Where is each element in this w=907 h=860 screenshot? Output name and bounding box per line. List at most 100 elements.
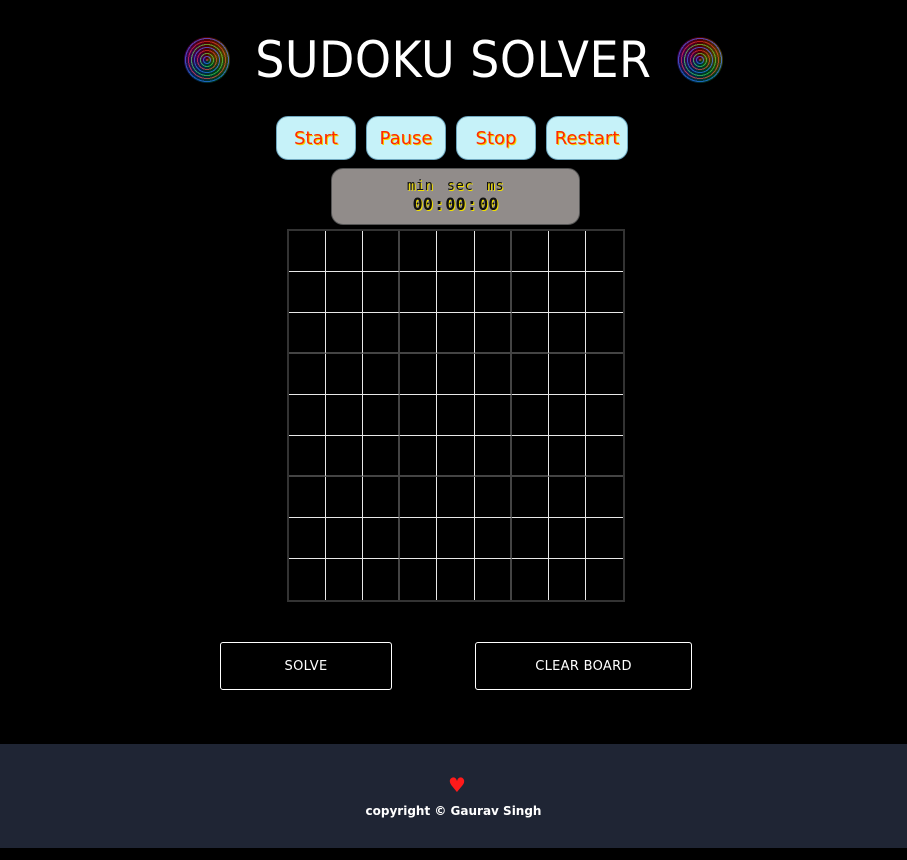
sudoku-cell[interactable] [363, 354, 401, 395]
sudoku-cell[interactable] [474, 231, 512, 272]
sudoku-cell[interactable] [363, 518, 401, 559]
sudoku-cell[interactable] [548, 395, 586, 436]
sudoku-cell[interactable] [326, 354, 364, 395]
sudoku-cell[interactable] [326, 518, 364, 559]
sudoku-cell[interactable] [474, 436, 512, 477]
sudoku-cell[interactable] [585, 395, 623, 436]
sudoku-cell[interactable] [363, 477, 401, 518]
minutes-value: 00 [412, 195, 433, 215]
sudoku-cell[interactable] [289, 354, 327, 395]
sudoku-cell[interactable] [548, 559, 586, 600]
sudoku-cell[interactable] [289, 477, 327, 518]
sudoku-cell[interactable] [437, 231, 475, 272]
sudoku-cell[interactable] [511, 354, 549, 395]
milliseconds-value: 00 [477, 195, 499, 215]
sudoku-cell[interactable] [548, 518, 586, 559]
header: SUDOKU SOLVER [0, 28, 907, 92]
sudoku-cell[interactable] [289, 272, 327, 313]
sudoku-cell[interactable] [400, 518, 438, 559]
heart-icon: ♥ [448, 773, 466, 797]
sudoku-cell[interactable] [511, 231, 549, 272]
unit-sec-label: sec [446, 178, 474, 194]
sudoku-cell[interactable] [585, 272, 623, 313]
sudoku-cell[interactable] [363, 436, 401, 477]
sudoku-cell[interactable] [474, 313, 512, 354]
sudoku-cell[interactable] [511, 272, 549, 313]
sudoku-cell[interactable] [437, 436, 475, 477]
sudoku-cell[interactable] [326, 272, 364, 313]
sudoku-cell[interactable] [585, 313, 623, 354]
sudoku-cell[interactable] [548, 231, 586, 272]
footer: ♥ copyright © Gaurav Singh [0, 744, 907, 848]
sudoku-cell[interactable] [511, 395, 549, 436]
sudoku-cell[interactable] [326, 559, 364, 600]
sudoku-cell[interactable] [437, 354, 475, 395]
sudoku-cell[interactable] [511, 477, 549, 518]
sudoku-cell[interactable] [585, 477, 623, 518]
sudoku-cell[interactable] [326, 436, 364, 477]
sudoku-cell[interactable] [437, 559, 475, 600]
sudoku-cell[interactable] [474, 559, 512, 600]
sudoku-cell[interactable] [585, 559, 623, 600]
copyright-text: copyright © Gaurav Singh [365, 804, 542, 818]
start-button[interactable]: Start [276, 116, 356, 160]
sudoku-cell[interactable] [289, 313, 327, 354]
sudoku-cell[interactable] [363, 272, 401, 313]
sudoku-cell[interactable] [400, 313, 438, 354]
sudoku-cell[interactable] [437, 518, 475, 559]
sudoku-cell[interactable] [363, 395, 401, 436]
pause-button[interactable]: Pause [366, 116, 446, 160]
sudoku-cell[interactable] [400, 272, 438, 313]
sudoku-cell[interactable] [474, 395, 512, 436]
sudoku-cell[interactable] [511, 313, 549, 354]
sudoku-cell[interactable] [548, 354, 586, 395]
sudoku-cell[interactable] [289, 559, 327, 600]
sudoku-cell[interactable] [326, 395, 364, 436]
sudoku-cell[interactable] [437, 272, 475, 313]
stop-button[interactable]: Stop [456, 116, 536, 160]
sudoku-cell[interactable] [585, 518, 623, 559]
seconds-value: 00 [445, 195, 466, 215]
sudoku-cell[interactable] [326, 231, 364, 272]
sudoku-cell[interactable] [400, 395, 438, 436]
time-separator: : [466, 195, 477, 215]
sudoku-cell[interactable] [289, 518, 327, 559]
stopwatch-units: min sec ms [332, 178, 579, 194]
sudoku-cell[interactable] [548, 477, 586, 518]
sudoku-cell[interactable] [363, 559, 401, 600]
sudoku-cell[interactable] [585, 354, 623, 395]
sudoku-cell[interactable] [363, 231, 401, 272]
sudoku-cell[interactable] [326, 313, 364, 354]
sudoku-cell[interactable] [474, 477, 512, 518]
sudoku-cell[interactable] [400, 231, 438, 272]
sudoku-cell[interactable] [474, 272, 512, 313]
sudoku-cell[interactable] [548, 436, 586, 477]
sudoku-cell[interactable] [511, 436, 549, 477]
sudoku-cell[interactable] [400, 559, 438, 600]
sudoku-cell[interactable] [548, 313, 586, 354]
sudoku-cell[interactable] [437, 477, 475, 518]
unit-min-label: min [406, 178, 434, 194]
sudoku-cell[interactable] [585, 436, 623, 477]
solve-button[interactable]: SOLVE [220, 642, 392, 690]
sudoku-cell[interactable] [289, 436, 327, 477]
sudoku-cell[interactable] [400, 436, 438, 477]
sudoku-cell[interactable] [289, 395, 327, 436]
sudoku-cell[interactable] [511, 559, 549, 600]
sudoku-cell[interactable] [400, 477, 438, 518]
sudoku-cell[interactable] [548, 272, 586, 313]
restart-button[interactable]: Restart [546, 116, 628, 160]
sudoku-cell[interactable] [437, 395, 475, 436]
sudoku-cell[interactable] [326, 477, 364, 518]
sudoku-cell[interactable] [474, 518, 512, 559]
sudoku-cell[interactable] [437, 313, 475, 354]
sudoku-board [287, 229, 625, 602]
spiral-icon [184, 37, 231, 83]
sudoku-cell[interactable] [585, 231, 623, 272]
sudoku-cell[interactable] [400, 354, 438, 395]
sudoku-cell[interactable] [474, 354, 512, 395]
sudoku-cell[interactable] [289, 231, 327, 272]
sudoku-cell[interactable] [363, 313, 401, 354]
sudoku-cell[interactable] [511, 518, 549, 559]
clear-board-button[interactable]: CLEAR BOARD [475, 642, 692, 690]
